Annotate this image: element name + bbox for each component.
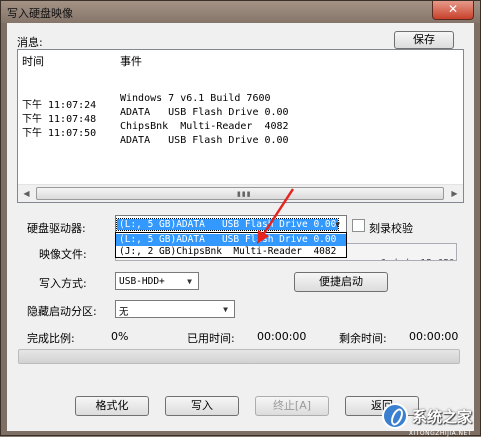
dialog-body: 消息: 保存 时间 事件 Windows 7 v6.1 Build 7600 下…: [7, 23, 474, 431]
write-mode-label: 写入方式:: [39, 277, 87, 290]
message-log-list[interactable]: 时间 事件 Windows 7 v6.1 Build 7600 下午 11:07…: [17, 49, 464, 203]
row-time: 下午 11:07:50: [22, 128, 97, 139]
progress-label: 完成比例:: [27, 332, 75, 345]
scrollbar-thumb[interactable]: ▮▮▮: [36, 187, 444, 200]
table-row: 下午 11:07:24 ADATA USB Flash Drive 0.00: [18, 85, 463, 118]
progress-value: 0%: [111, 330, 129, 343]
close-button[interactable]: ✕: [432, 1, 474, 20]
hidden-partition-label: 隐藏启动分区:: [27, 305, 97, 318]
table-row: Windows 7 v6.1 Build 7600: [18, 71, 463, 104]
save-button[interactable]: 保存: [394, 31, 454, 49]
verify-checkbox[interactable]: [352, 219, 365, 232]
format-button[interactable]: 格式化: [75, 396, 149, 416]
elapsed-time-label: 已用时间:: [187, 332, 235, 345]
write-button[interactable]: 写入: [165, 396, 239, 416]
remaining-time-value: 00:00:00: [409, 330, 459, 343]
column-header-event: 事件: [120, 55, 142, 68]
drive-option[interactable]: (L:, 5 GB)ADATA USB Flash Drive 0.00: [116, 234, 346, 246]
write-mode-value: USB-HDD+: [119, 276, 165, 287]
write-disk-image-window: 写入硬盘映像 ✕ 消息: 保存 时间 事件 Windows 7 v6.1 Bui…: [0, 0, 481, 437]
table-row: 下午 11:07:50 ADATA USB Flash Drive 0.00: [18, 113, 463, 146]
horizontal-scrollbar[interactable]: ◀ ▮▮▮ ▶: [18, 184, 463, 202]
drive-dropdown-list[interactable]: (L:, 5 GB)ADATA USB Flash Drive 0.00 (J:…: [115, 232, 347, 258]
remaining-time-label: 剩余时间:: [339, 332, 387, 345]
hidden-partition-select[interactable]: 无 ▼: [115, 300, 235, 318]
table-row: 下午 11:07:48 ChipsBnk Multi-Reader 4082: [18, 99, 463, 132]
quick-boot-button[interactable]: 便捷启动: [294, 272, 388, 292]
messages-label: 消息:: [17, 36, 43, 49]
column-header-time: 时间: [22, 55, 44, 68]
drive-label: 硬盘驱动器:: [27, 222, 86, 235]
image-file-value: 6_dvd_x15-65907: [380, 258, 456, 260]
elapsed-time-value: 00:00:00: [257, 330, 307, 343]
watermark-logo-icon: [381, 403, 408, 429]
scroll-right-icon[interactable]: ▶: [446, 185, 463, 202]
progress-bar: [18, 349, 460, 364]
row-event: ADATA USB Flash Drive 0.00: [120, 135, 289, 146]
drive-selected-value: (L:, 5 GB)ADATA USB Flash Drive 0.00: [116, 218, 340, 231]
list-header: 时间 事件: [18, 50, 463, 68]
chevron-down-icon[interactable]: ▼: [182, 274, 197, 289]
close-icon: ✕: [447, 2, 459, 16]
chevron-down-icon[interactable]: ▼: [330, 217, 345, 233]
window-title: 写入硬盘映像: [7, 7, 73, 20]
image-file-label: 映像文件:: [39, 248, 87, 261]
grip-icon: ▮▮▮: [237, 190, 252, 198]
hidden-partition-value: 无: [119, 307, 129, 318]
watermark: 系统之家 XITONGZHIJIA.NET: [381, 403, 472, 437]
stop-button[interactable]: 终止[A]: [255, 396, 329, 416]
chevron-down-icon[interactable]: ▼: [218, 302, 233, 317]
verify-label: 刻录校验: [369, 222, 413, 235]
drive-option[interactable]: (J:, 2 GB)ChipsBnk Multi-Reader 4082: [116, 246, 346, 258]
scroll-left-icon[interactable]: ◀: [18, 185, 35, 202]
title-bar[interactable]: 写入硬盘映像 ✕: [1, 1, 480, 23]
watermark-text: 系统之家: [411, 407, 472, 426]
